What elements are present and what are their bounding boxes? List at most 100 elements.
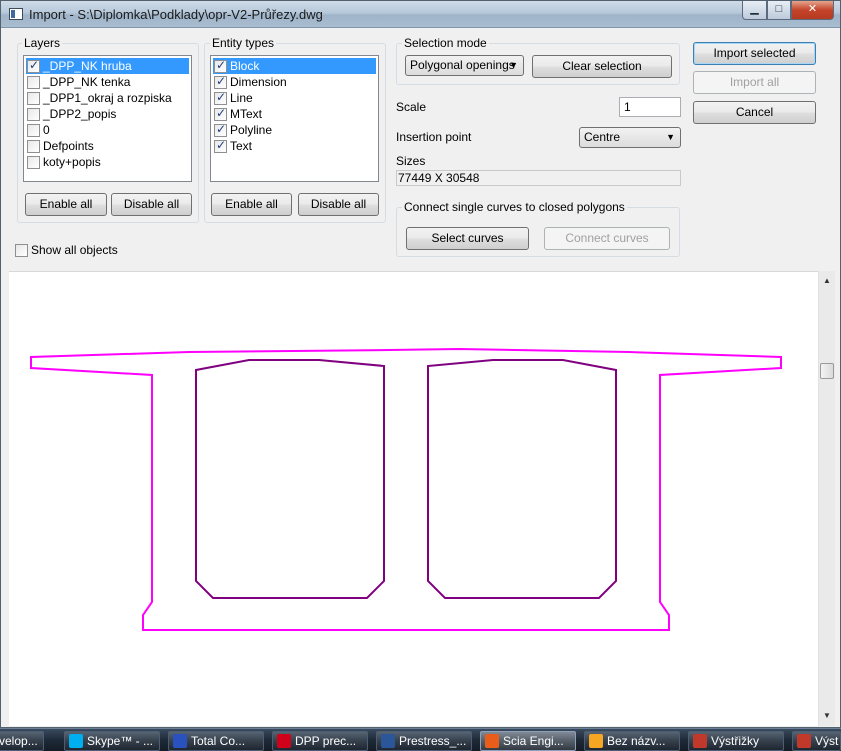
entity-type-item-label: Dimension [230,75,287,89]
import-dialog: Import - S:\Diplomka\Podklady\opr-V2-Prů… [0,0,841,728]
selection-mode-value: Polygonal openings [410,58,515,72]
layer-list-item[interactable]: _DPP1_okraj a rozpiska [26,90,189,106]
layer-list-item[interactable]: _DPP2_popis [26,106,189,122]
taskbar-app-icon [797,734,811,748]
checkbox-icon[interactable] [27,107,40,121]
preview-canvas[interactable] [9,271,818,726]
selection-mode-dropdown[interactable]: Polygonal openings ▼ [405,55,524,76]
taskbar-button[interactable]: Výst [792,731,841,751]
clear-selection-button[interactable]: Clear selection [532,55,672,78]
taskbar-button-label: Výst [815,734,839,748]
layer-item-label: koty+popis [43,155,101,169]
show-all-objects-label: Show all objects [31,243,118,257]
layer-list-item[interactable]: _DPP_NK hruba [26,58,189,74]
checkbox-icon[interactable] [214,138,227,153]
cross-section-drawing [30,347,782,631]
cancel-button[interactable]: Cancel [693,101,816,124]
taskbar-app-icon [69,734,83,748]
checkbox-icon [15,243,28,257]
taskbar-button-label: DPP prec... [295,734,357,748]
checkbox-icon[interactable] [27,58,40,73]
taskbar-app-icon [173,734,187,748]
layer-list-item[interactable]: koty+popis [26,154,189,170]
minimize-button[interactable]: ▁ [742,1,767,20]
entity-disable-all-button[interactable]: Disable all [298,193,379,216]
entity-enable-all-button[interactable]: Enable all [211,193,292,216]
maximize-icon: □ [775,3,783,15]
checkbox-icon[interactable] [214,90,227,105]
taskbar-button[interactable]: Bez názv... [584,731,680,751]
layer-item-label: _DPP1_okraj a rozpiska [43,91,172,105]
insertion-point-dropdown[interactable]: Centre ▼ [579,127,681,148]
taskbar-button-label: Prestress_... [399,734,467,748]
maximize-button[interactable]: □ [767,1,791,20]
checkbox-icon[interactable] [214,106,227,121]
checkbox-icon[interactable] [27,155,40,169]
entity-types-group-title: Entity types [210,36,277,50]
taskbar-button[interactable]: Prestress_... [376,731,472,751]
scroll-up-icon[interactable]: ▲ [819,273,835,289]
entity-type-list-item[interactable]: Polyline [213,122,376,138]
selection-mode-title: Selection mode [402,36,489,50]
show-all-objects-checkbox[interactable]: Show all objects [14,243,118,257]
outer-section-outline [30,347,782,631]
taskbar-button[interactable]: Total Co... [168,731,264,751]
right-cell-outline [427,359,617,599]
preview-vertical-scrollbar[interactable]: ▲ ▼ [818,271,835,726]
layers-group-title: Layers [22,36,63,50]
close-icon: ✕ [807,3,818,15]
taskbar-button[interactable]: velop... [0,731,44,751]
scroll-down-icon[interactable]: ▼ [819,708,835,724]
connect-curves-button[interactable]: Connect curves [544,227,670,250]
layer-list-item[interactable]: _DPP_NK tenka [26,74,189,90]
scroll-thumb[interactable] [820,363,834,379]
entity-type-list-item[interactable]: Line [213,90,376,106]
checkbox-icon[interactable] [27,75,40,89]
window-title: Import - S:\Diplomka\Podklady\opr-V2-Prů… [29,7,323,22]
connect-curves-title: Connect single curves to closed polygons [402,200,627,214]
checkbox-icon[interactable] [27,123,40,137]
checkbox-icon[interactable] [27,139,40,153]
insertion-point-value: Centre [584,130,621,144]
scale-label: Scale [396,100,427,114]
close-button[interactable]: ✕ [791,1,834,20]
taskbar: velop... Skype™ - ... Total Co... DPP prec.… [0,728,841,751]
layers-list[interactable]: _DPP_NK hruba _DPP_NK tenka _DPP1_okraj a … [23,55,192,182]
taskbar-app-icon [693,734,707,748]
minimize-icon: ▁ [750,3,759,15]
layers-enable-all-button[interactable]: Enable all [25,193,107,216]
entity-type-list-item[interactable]: Block [213,58,376,74]
taskbar-button-label: Skype™ - ... [87,734,154,748]
entity-type-list-item[interactable]: MText [213,106,376,122]
taskbar-button[interactable]: Výstřižky [688,731,784,751]
select-curves-button[interactable]: Select curves [406,227,529,250]
import-all-button[interactable]: Import all [693,71,816,94]
insertion-point-label: Insertion point [396,130,472,144]
entity-types-list[interactable]: Block Dimension Line MText Polyline Text [210,55,379,182]
chevron-down-icon: ▼ [666,132,675,142]
taskbar-button-label: Total Co... [191,734,246,748]
taskbar-button[interactable]: DPP prec... [272,731,368,751]
checkbox-icon[interactable] [27,91,40,105]
layer-item-label: Defpoints [43,139,94,153]
taskbar-button[interactable]: Scia Engi... [480,731,576,751]
entity-type-list-item[interactable]: Text [213,138,376,154]
taskbar-button-label: velop... [0,734,38,748]
layer-list-item[interactable]: Defpoints [26,138,189,154]
title-bar[interactable]: Import - S:\Diplomka\Podklady\opr-V2-Prů… [1,1,840,28]
import-selected-button[interactable]: Import selected [693,42,816,65]
entity-type-item-label: Text [230,139,253,153]
taskbar-button-label: Bez názv... [607,734,666,748]
layer-item-label: 0 [43,123,50,137]
taskbar-button[interactable]: Skype™ - ... [64,731,160,751]
layers-disable-all-button[interactable]: Disable all [111,193,192,216]
app-window-icon [9,8,23,20]
scale-input[interactable]: 1 [619,97,681,117]
checkbox-icon[interactable] [214,58,227,73]
checkbox-icon[interactable] [214,122,227,137]
layer-list-item[interactable]: 0 [26,122,189,138]
sizes-label: Sizes [396,154,426,168]
taskbar-button-label: Výstřižky [711,734,759,748]
checkbox-icon[interactable] [214,74,227,89]
entity-type-list-item[interactable]: Dimension [213,74,376,90]
